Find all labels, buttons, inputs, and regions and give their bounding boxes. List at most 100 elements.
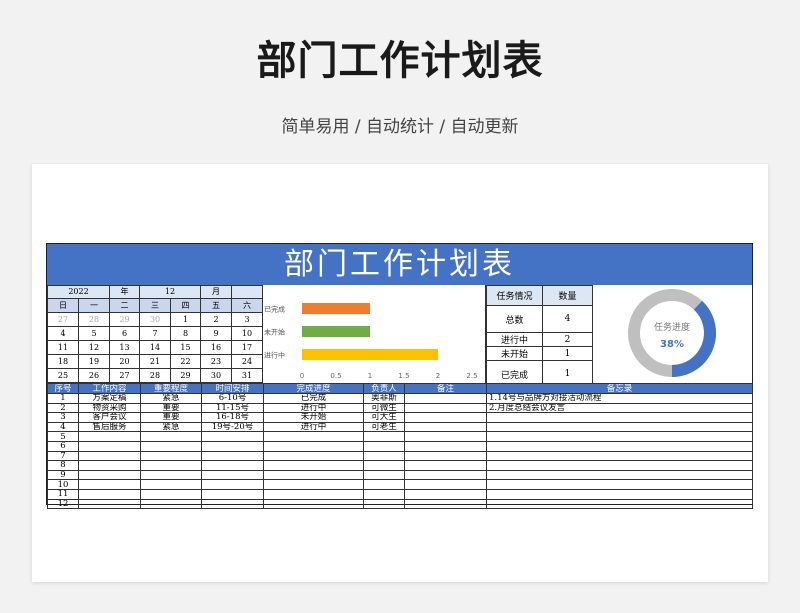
cell-time[interactable]	[201, 440, 264, 452]
cell-progress[interactable]	[263, 498, 364, 510]
cell-task[interactable]	[78, 498, 141, 510]
cell-no[interactable]: 6	[47, 440, 79, 452]
calendar-day[interactable]: 22	[170, 353, 202, 369]
calendar-day[interactable]: 7	[139, 325, 172, 341]
cell-task[interactable]	[78, 460, 141, 471]
calendar-day[interactable]: 26	[77, 367, 111, 384]
calendar-day[interactable]: 21	[139, 353, 172, 369]
calendar-day[interactable]: 2	[200, 311, 233, 327]
cell-owner[interactable]	[363, 431, 405, 442]
summary-value-in-progress[interactable]: 2	[542, 332, 593, 347]
cell-task[interactable]: 物资采购	[78, 402, 141, 414]
calendar-day[interactable]: 28	[139, 367, 172, 384]
cell-time[interactable]	[201, 498, 264, 510]
calendar-day[interactable]: 18	[47, 353, 79, 369]
cell-memo[interactable]	[486, 421, 753, 433]
cell-time[interactable]: 6-10号	[201, 393, 264, 404]
cell-note[interactable]	[404, 412, 487, 423]
cell-progress[interactable]: 进行中	[263, 421, 364, 433]
cell-task[interactable]: 方案定稿	[78, 393, 141, 404]
cell-note[interactable]	[404, 440, 487, 452]
cell-priority[interactable]	[140, 450, 202, 462]
cell-time[interactable]	[201, 469, 264, 481]
cell-owner[interactable]: 可大生	[363, 412, 405, 423]
cell-no[interactable]: 8	[47, 460, 79, 471]
cell-priority[interactable]	[140, 479, 202, 490]
cell-memo[interactable]	[486, 412, 753, 423]
cell-no[interactable]: 11	[47, 488, 79, 500]
calendar-day[interactable]: 29	[170, 367, 202, 384]
cell-memo[interactable]	[486, 469, 753, 481]
calendar-year[interactable]: 2022	[46, 285, 111, 299]
summary-value-total[interactable]: 4	[542, 305, 593, 333]
cell-note[interactable]	[404, 402, 487, 414]
calendar-day[interactable]: 29	[109, 311, 141, 327]
cell-progress[interactable]: 进行中	[263, 402, 364, 414]
cell-progress[interactable]	[263, 469, 364, 481]
calendar-day[interactable]: 11	[47, 339, 79, 355]
cell-task[interactable]	[78, 479, 141, 490]
calendar-day[interactable]: 19	[77, 353, 111, 369]
cell-task[interactable]	[78, 450, 141, 462]
calendar-day[interactable]: 25	[47, 367, 79, 384]
cell-priority[interactable]	[140, 460, 202, 471]
cell-priority[interactable]: 紧急	[140, 393, 202, 404]
cell-note[interactable]	[404, 393, 487, 404]
cell-note[interactable]	[404, 460, 487, 471]
cell-time[interactable]	[201, 488, 264, 500]
cell-owner[interactable]	[363, 469, 405, 481]
cell-owner[interactable]	[363, 498, 405, 510]
calendar-month[interactable]: 12	[139, 285, 202, 299]
cell-no[interactable]: 5	[47, 431, 79, 442]
calendar-day[interactable]: 20	[109, 353, 141, 369]
cell-priority[interactable]	[140, 440, 202, 452]
calendar-day[interactable]: 1	[170, 311, 202, 327]
cell-progress[interactable]: 未开始	[263, 412, 364, 423]
calendar-day[interactable]: 8	[170, 325, 202, 341]
cell-memo[interactable]	[486, 498, 753, 510]
cell-memo[interactable]	[486, 488, 753, 500]
cell-owner[interactable]: 可微生	[363, 402, 405, 414]
calendar-day[interactable]: 14	[139, 339, 172, 355]
cell-note[interactable]	[404, 421, 487, 433]
cell-priority[interactable]	[140, 488, 202, 500]
calendar-day[interactable]: 16	[200, 339, 233, 355]
cell-priority[interactable]	[140, 431, 202, 442]
summary-value-not-started[interactable]: 1	[542, 346, 593, 361]
cell-note[interactable]	[404, 498, 487, 510]
cell-progress[interactable]: 已完成	[263, 393, 364, 404]
cell-no[interactable]: 4	[47, 421, 79, 433]
cell-memo[interactable]	[486, 440, 753, 452]
cell-no[interactable]: 7	[47, 450, 79, 462]
cell-owner[interactable]: 奥菲斯	[363, 393, 405, 404]
calendar-day[interactable]: 12	[77, 339, 111, 355]
calendar-day[interactable]: 3	[231, 311, 264, 327]
cell-note[interactable]	[404, 450, 487, 462]
calendar-day[interactable]: 15	[170, 339, 202, 355]
cell-task[interactable]	[78, 431, 141, 442]
cell-memo[interactable]: 2.月度总结会议发言	[486, 402, 753, 414]
cell-time[interactable]: 11-15号	[201, 402, 264, 414]
calendar-day[interactable]: 4	[47, 325, 79, 341]
calendar-day[interactable]: 9	[200, 325, 233, 341]
cell-priority[interactable]: 紧急	[140, 421, 202, 433]
cell-no[interactable]: 1	[47, 393, 79, 404]
calendar-day[interactable]: 17	[231, 339, 264, 355]
cell-time[interactable]	[201, 431, 264, 442]
cell-task[interactable]: 售后服务	[78, 421, 141, 433]
cell-owner[interactable]	[363, 479, 405, 490]
cell-time[interactable]: 16-18号	[201, 412, 264, 423]
cell-time[interactable]: 19号-20号	[201, 421, 264, 433]
calendar-day[interactable]: 27	[109, 367, 141, 384]
cell-no[interactable]: 3	[47, 412, 79, 423]
cell-note[interactable]	[404, 469, 487, 481]
cell-note[interactable]	[404, 431, 487, 442]
cell-priority[interactable]	[140, 469, 202, 481]
cell-owner[interactable]	[363, 460, 405, 471]
cell-memo[interactable]	[486, 479, 753, 490]
cell-task[interactable]: 客户会议	[78, 412, 141, 423]
cell-progress[interactable]	[263, 488, 364, 500]
calendar-day[interactable]: 30	[139, 311, 172, 327]
cell-progress[interactable]	[263, 460, 364, 471]
calendar-day[interactable]: 10	[231, 325, 264, 341]
